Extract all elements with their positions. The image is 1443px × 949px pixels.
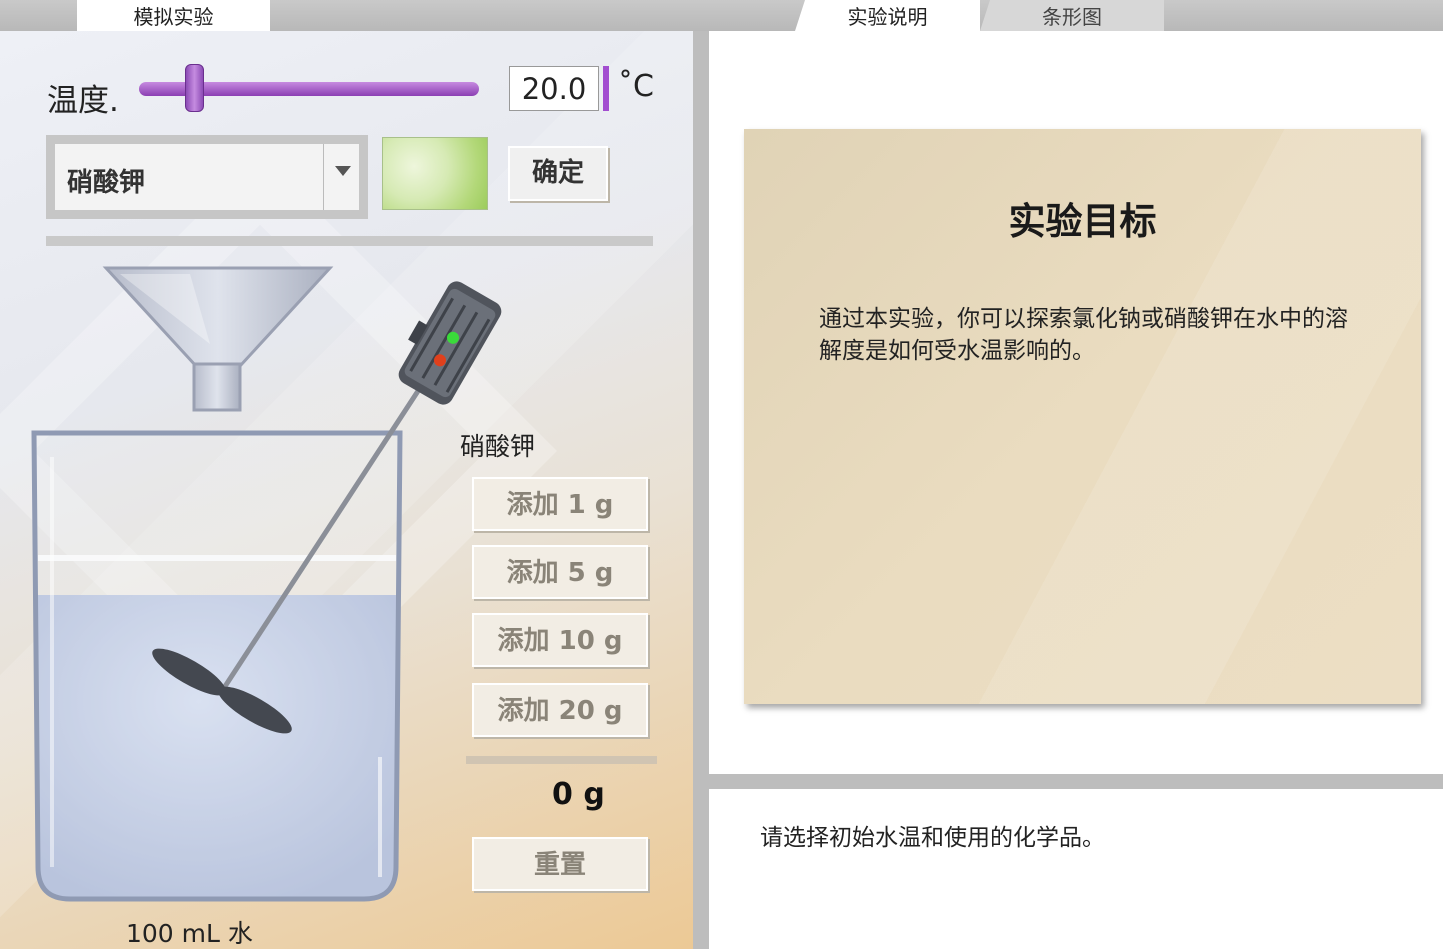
- temperature-label: 温度.: [47, 83, 119, 119]
- tab-bar-chart[interactable]: 条形图: [980, 0, 1164, 31]
- tab-explanation[interactable]: 实验说明: [795, 0, 980, 31]
- chemical-dropdown-value: 硝酸钾: [67, 168, 146, 198]
- chevron-down-icon[interactable]: [335, 166, 351, 176]
- chemical-dropdown[interactable]: 硝酸钾: [46, 135, 368, 219]
- beaker-volume-label: 100 mL 水: [126, 919, 253, 948]
- objective-text: 通过本实验，你可以探索氯化钠或硝酸钾在水中的溶解度是如何受水温影响的。: [819, 306, 1348, 364]
- simulation-panel: 温度. 20.0 ˚C 硝酸钾 确定 100 mL 水 硝酸钾 添加 1 g 添…: [0, 31, 693, 949]
- add-1g-button[interactable]: 添加 1 g: [472, 477, 648, 531]
- objective-card: 实验目标 通过本实验，你可以探索氯化钠或硝酸钾在水中的溶解度是如何受水温影响的。: [744, 129, 1421, 704]
- add-20g-button[interactable]: 添加 20 g: [472, 683, 648, 737]
- temperature-input[interactable]: 20.0: [509, 66, 599, 111]
- confirm-button[interactable]: 确定: [508, 146, 608, 201]
- add-section-title: 硝酸钾: [460, 432, 536, 461]
- panel-separator: [709, 774, 1443, 789]
- add-5g-button[interactable]: 添加 5 g: [472, 545, 648, 599]
- status-panel: [709, 789, 1443, 949]
- chemical-sample-swatch: [382, 137, 488, 210]
- temperature-unit: ˚C: [618, 69, 654, 104]
- panel-divider: [693, 31, 709, 949]
- temperature-slider-thumb[interactable]: [185, 64, 204, 112]
- objective-title: 实验目标: [1008, 200, 1157, 243]
- add-10g-button[interactable]: 添加 10 g: [472, 613, 648, 667]
- dropdown-divider: [323, 144, 324, 210]
- temperature-marker: [603, 66, 609, 111]
- total-added-amount: 0 g: [552, 777, 605, 812]
- tab-simulation[interactable]: 模拟实验: [77, 0, 270, 31]
- total-separator: [466, 756, 657, 764]
- reset-button[interactable]: 重置: [472, 837, 648, 891]
- separator-bar: [46, 236, 653, 246]
- status-message: 请选择初始水温和使用的化学品。: [760, 825, 1105, 851]
